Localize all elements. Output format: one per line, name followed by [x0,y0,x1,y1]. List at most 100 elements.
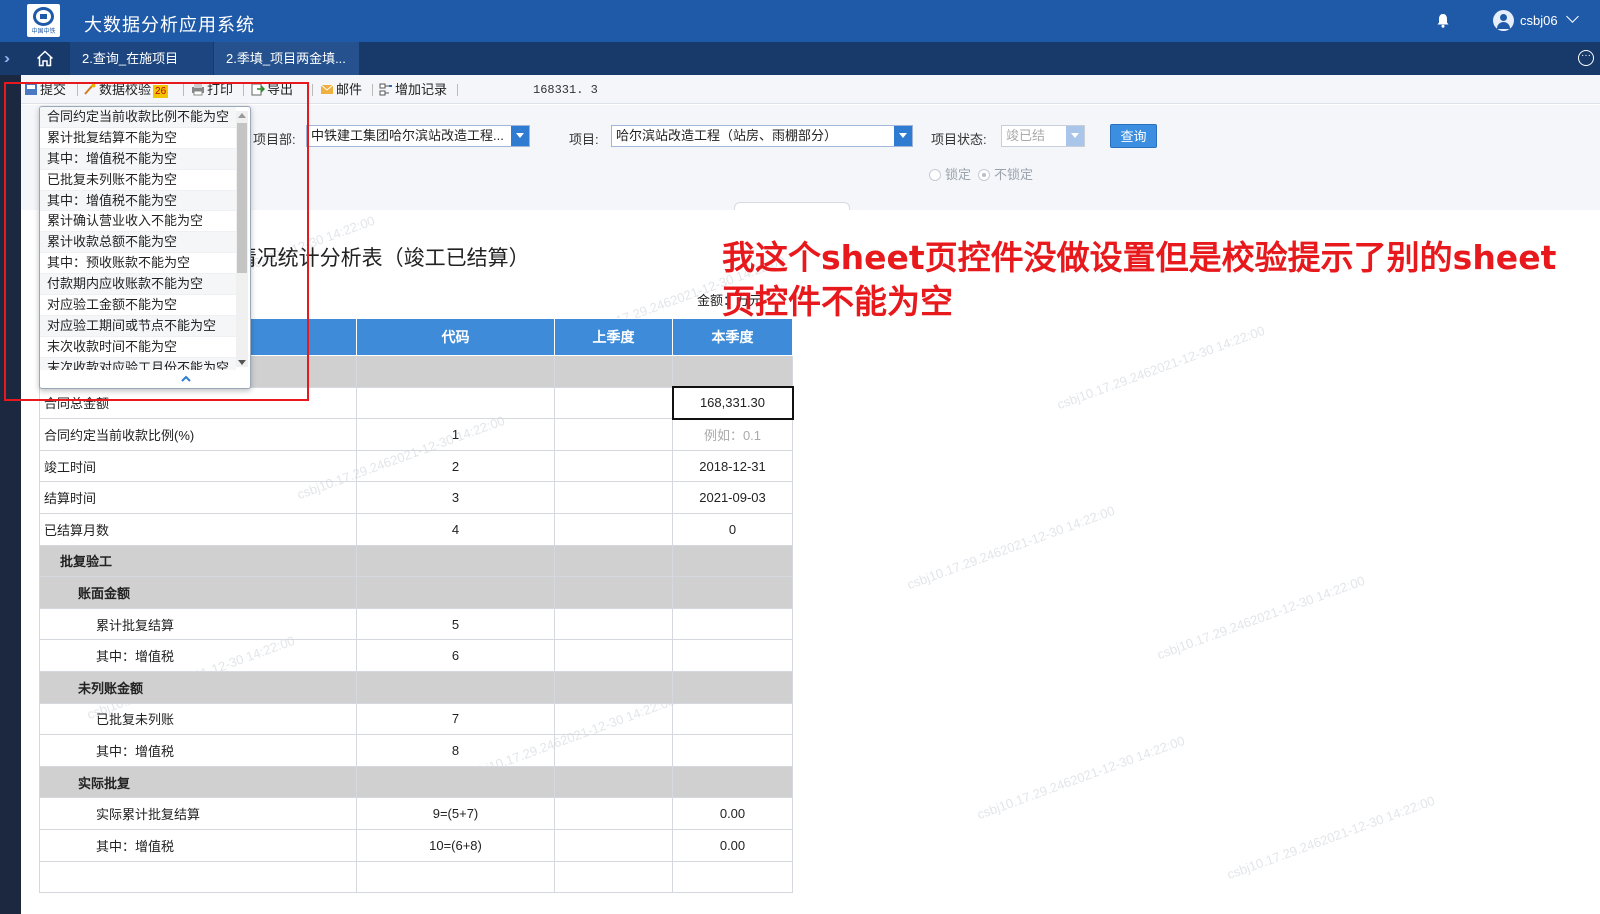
table-row: 已批复未列账 7 [39,702,793,736]
row-prev-quarter-cell [554,670,673,704]
dropdown-arrow-icon[interactable] [894,126,912,146]
row-name-cell: 其中：增值税 [39,639,357,672]
row-name-cell: 累计批复结算 [39,607,357,641]
cell-value-readout: 168331. 3 [533,83,598,97]
row-prev-quarter-cell[interactable] [554,860,673,894]
table-row: 竣工时间 2 2018-12-31 [39,449,793,483]
table-row: 实际累计批复结算 9=(5+7) 0.00 [39,797,793,830]
table-row: 其中：增值税 10=(6+8) 0.00 [39,828,793,862]
watermark: csbj10.17.29.2462021-12-30 14:22:00 [975,732,1187,823]
row-this-quarter-cell[interactable] [672,639,793,672]
dropdown-arrow-icon [1066,126,1084,146]
row-code-cell: 8 [356,734,555,767]
report-grid: 代码 上季度 本季度 合同总金额 168,331.30 合同约定当前收款比例(%) 1… [39,318,794,894]
row-this-quarter-cell [672,765,793,799]
row-this-quarter-cell[interactable] [672,860,793,894]
row-this-quarter-cell[interactable]: 0.00 [672,797,793,830]
row-this-quarter-cell [672,544,793,578]
row-code-cell [356,765,555,799]
unlock-radio[interactable]: 不锁定 [978,164,1033,183]
dept-select[interactable]: 中铁建工集团哈尔滨站改造工程... [306,125,530,147]
tab-query-projects[interactable]: 2.查询_在施项目两... [70,42,213,99]
mail-icon [320,84,334,94]
user-name[interactable]: csbj06 [1520,13,1558,28]
more-options-icon[interactable]: ··· [1578,50,1594,66]
status-select: 竣已结 [1001,125,1085,147]
project-select[interactable]: 哈尔滨站改造工程（站房、雨棚部分） [611,125,913,147]
row-prev-quarter-cell[interactable] [554,512,673,546]
collapse-filter-handle[interactable] [734,202,850,210]
table-row: 累计批复结算 5 [39,607,793,641]
row-code-cell: 7 [356,702,555,736]
title-bar: 中国中铁 大数据分析应用系统 csbj06 [0,0,1600,42]
row-this-quarter-cell[interactable]: 2018-12-31 [672,449,793,483]
row-prev-quarter-cell[interactable] [554,386,673,420]
status-label: 项目状态: [931,132,987,147]
annotation-text: 我这个sheet页控件没做设置但是校验提示了别的sheet页控件不能为空 [722,238,1557,321]
row-code-cell: 1 [356,418,555,451]
row-prev-quarter-cell[interactable] [554,734,673,767]
table-row: 已结算月数 4 0 [39,512,793,546]
row-name-cell: 竣工时间 [39,449,357,483]
row-prev-quarter-cell[interactable] [554,702,673,736]
watermark: csbj10.17.29.2462021-12-30 14:22:00 [905,502,1117,593]
row-this-quarter-cell[interactable]: 0 [672,512,793,546]
row-code-cell [356,386,555,420]
row-prev-quarter-cell[interactable] [554,418,673,451]
toolbar-divider [312,84,313,96]
row-prev-quarter-cell[interactable] [554,449,673,483]
lock-radio[interactable]: 锁定 [929,164,971,183]
expand-sidebar-icon[interactable]: ›› [4,50,10,67]
home-icon[interactable] [36,50,54,67]
row-name-cell: 实际批复 [39,765,357,799]
header-prev-quarter: 上季度 [554,318,673,356]
app-window: 中国中铁 大数据分析应用系统 csbj06 ›› 2.查询_在施项目两... 2… [0,0,1600,914]
row-code-cell: 9=(5+7) [356,797,555,830]
row-this-quarter-cell[interactable]: 0.00 [672,828,793,862]
row-code-cell: 6 [356,639,555,672]
table-row: 结算时间 3 2021-09-03 [39,481,793,514]
row-prev-quarter-cell[interactable] [554,639,673,672]
annotation-highlight-box [4,82,309,401]
mail-button[interactable]: 邮件 [320,82,362,98]
row-name-cell: 批复验工 [39,544,357,578]
user-avatar-icon[interactable] [1493,10,1514,31]
row-name-cell: 已批复未列账 [39,702,357,736]
row-code-cell [356,670,555,704]
row-this-quarter-cell[interactable] [672,702,793,736]
table-row [39,860,793,894]
table-row: 合同约定当前收款比例(%) 1 例如：0.1 [39,418,793,451]
row-this-quarter-cell[interactable]: 例如：0.1 [672,418,793,451]
row-name-cell: 实际累计批复结算 [39,797,357,830]
row-prev-quarter-cell[interactable] [554,828,673,862]
row-this-quarter-cell[interactable] [672,607,793,641]
watermark: csbj10.17.29.2462021-12-30 14:22:00 [1225,792,1437,883]
row-code-cell: 5 [356,607,555,641]
row-code-cell: 3 [356,481,555,514]
dropdown-arrow-icon[interactable] [511,126,529,146]
query-button[interactable]: 查询 [1110,124,1157,148]
table-row: 其中：增值税 6 [39,639,793,672]
table-row: 账面金额 [39,576,793,609]
row-name-cell: 账面金额 [39,576,357,609]
add-record-button[interactable]: 增加记录 [379,82,447,98]
row-this-quarter-cell[interactable]: 168,331.30 [671,386,794,420]
tab-quarterly-fill[interactable]: 2.季填_项目两金填... [214,42,359,75]
toolbar-divider [372,84,373,96]
row-prev-quarter-cell [554,544,673,578]
radio-selected-icon [978,169,990,181]
row-prev-quarter-cell [554,765,673,799]
row-prev-quarter-cell[interactable] [554,607,673,641]
row-code-cell: 4 [356,512,555,546]
project-label: 项目: [569,132,599,147]
row-code-cell [356,544,555,578]
app-title: 大数据分析应用系统 [84,15,255,35]
row-prev-quarter-cell[interactable] [554,481,673,514]
table-row: 实际批复 [39,765,793,799]
row-this-quarter-cell[interactable]: 2021-09-03 [672,481,793,514]
row-this-quarter-cell[interactable] [672,734,793,767]
chevron-down-icon[interactable] [1566,10,1579,23]
watermark: csbj10.17.29.2462021-12-30 14:22:00 [1055,322,1267,413]
bell-icon[interactable] [1436,13,1450,28]
row-prev-quarter-cell[interactable] [554,797,673,830]
